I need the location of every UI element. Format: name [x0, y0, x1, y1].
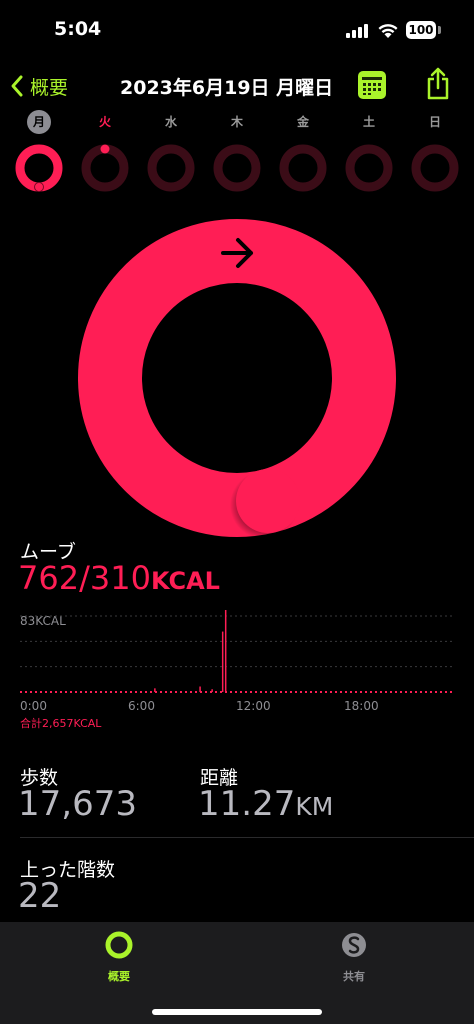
tab-label: 共有 — [343, 970, 365, 983]
tab-sharing[interactable]: 共有 — [314, 930, 394, 984]
status-bar: 5:04 100 — [0, 0, 474, 64]
distance-unit: KM — [295, 792, 334, 821]
steps-value: 17,673 — [18, 784, 137, 824]
status-time: 5:04 — [54, 18, 102, 40]
battery-tip — [438, 26, 441, 34]
chart-bar — [221, 631, 224, 692]
day-wed[interactable]: 水 — [146, 110, 196, 192]
chart-bar — [224, 610, 227, 692]
chart-bar — [211, 689, 213, 692]
back-button[interactable]: 概要 — [10, 69, 68, 103]
day-label: 金 — [296, 115, 309, 129]
day-ring-tue — [81, 144, 129, 192]
nav-bar: 概要 2023年6月19日 月曜日 — [0, 64, 474, 108]
back-label: 概要 — [30, 76, 69, 99]
battery-icon: 100 — [406, 21, 436, 39]
day-label: 木 — [230, 115, 243, 129]
distance-value: 11.27KM — [198, 784, 333, 824]
tick-12: 12:00 — [236, 699, 271, 713]
chevron-left-icon — [11, 75, 23, 97]
day-label: 水 — [164, 115, 177, 129]
day-label: 火 — [98, 115, 111, 129]
tick-6: 6:00 — [128, 699, 155, 713]
chart-total-label: 合計2,657KCAL — [20, 716, 102, 730]
move-unit: KCAL — [150, 567, 220, 595]
chart-bar — [199, 686, 201, 692]
day-mon[interactable]: 月 — [14, 110, 64, 192]
day-ring-thu — [213, 144, 261, 192]
day-sat[interactable]: 土 — [344, 110, 394, 192]
day-ring-mon — [15, 144, 63, 192]
move-value: 762/310KCAL — [18, 559, 220, 597]
sharing-icon — [342, 933, 366, 957]
tick-18: 18:00 — [344, 699, 379, 713]
cellular-signal-icon — [346, 24, 370, 38]
wifi-icon — [378, 24, 398, 38]
day-fri[interactable]: 金 — [278, 110, 328, 192]
share-icon[interactable] — [425, 67, 451, 101]
tab-summary[interactable]: 概要 — [79, 930, 159, 984]
page-title: 2023年6月19日 月曜日 — [120, 77, 334, 99]
day-label: 月 — [27, 110, 51, 134]
stats-divider — [20, 837, 474, 838]
day-ring-sat — [345, 144, 393, 192]
day-thu[interactable]: 木 — [212, 110, 262, 192]
day-label: 土 — [362, 115, 375, 129]
distance-number: 11.27 — [198, 784, 296, 824]
week-selector: 月 火 水 木 金 土 日 — [0, 110, 474, 200]
day-label: 日 — [428, 115, 441, 129]
move-calories: 762/310 — [18, 559, 151, 597]
home-indicator — [152, 1009, 322, 1015]
day-ring-sun — [411, 144, 459, 192]
tick-0: 0:00 — [20, 699, 47, 713]
chart-bar — [154, 688, 156, 692]
activity-day-screen: 5:04 100 概要 2023年6月19日 月曜日 月 火 水 木 金 土 日… — [0, 0, 474, 1024]
tab-label: 概要 — [108, 970, 130, 983]
day-ring-fri — [279, 144, 327, 192]
move-hourly-chart: 83KCAL 0:00 6:00 12:00 18:00 合計2,657KCAL — [20, 610, 454, 730]
activity-rings-icon — [105, 931, 133, 959]
day-sun[interactable]: 日 — [410, 110, 460, 192]
move-ring — [78, 219, 396, 537]
day-tue[interactable]: 火 — [80, 110, 130, 192]
calendar-icon[interactable] — [358, 71, 386, 99]
day-ring-wed — [147, 144, 195, 192]
floors-value: 22 — [18, 876, 62, 916]
